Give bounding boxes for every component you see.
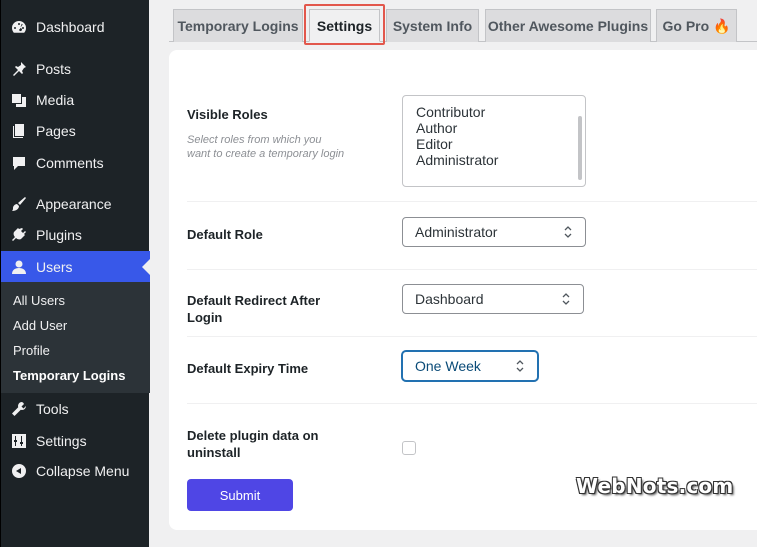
- menu-media[interactable]: Media: [1, 84, 150, 115]
- role-option[interactable]: Contributor: [416, 104, 585, 120]
- default-expiry-select[interactable]: One Week: [402, 351, 538, 381]
- wrench-icon: [11, 401, 27, 417]
- menu-label: Comments: [36, 154, 104, 171]
- default-role-value: Administrator: [415, 224, 498, 240]
- menu-label: Tools: [36, 400, 69, 417]
- row-divider: [187, 336, 757, 337]
- default-redirect-select[interactable]: Dashboard: [402, 284, 584, 314]
- menu-tools[interactable]: Tools: [1, 393, 150, 424]
- submit-button[interactable]: Submit: [187, 479, 293, 511]
- brush-icon: [11, 196, 27, 212]
- watermark-logo: WebNots.com: [576, 474, 734, 498]
- menu-users[interactable]: Users: [1, 251, 150, 282]
- submenu-profile[interactable]: Profile: [13, 343, 50, 358]
- sliders-icon: [11, 433, 27, 449]
- user-icon: [11, 259, 27, 275]
- menu-dashboard[interactable]: Dashboard: [1, 11, 150, 42]
- menu-collapse[interactable]: Collapse Menu: [1, 455, 150, 486]
- collapse-icon: [11, 463, 27, 479]
- default-role-label: Default Role: [187, 227, 263, 242]
- menu-label: Users: [36, 258, 73, 275]
- menu-label: Collapse Menu: [36, 462, 130, 479]
- menu-label: Media: [36, 91, 75, 108]
- row-divider: [187, 403, 757, 404]
- default-role-select[interactable]: Administrator: [402, 217, 586, 247]
- row-divider: [187, 269, 757, 270]
- menu-label: Plugins: [36, 226, 82, 243]
- role-option[interactable]: Author: [416, 120, 585, 136]
- menu-label: Settings: [36, 432, 87, 449]
- admin-sidebar: Dashboard Posts Media Pages Comments App…: [0, 0, 150, 547]
- tab-go-pro[interactable]: Go Pro 🔥: [656, 9, 737, 42]
- role-option[interactable]: Editor: [416, 136, 585, 152]
- menu-label: Posts: [36, 60, 72, 77]
- menu-label: Appearance: [36, 195, 112, 212]
- menu-label: Pages: [36, 122, 76, 139]
- default-redirect-label: Default Redirect After Login: [187, 293, 321, 325]
- submenu-all-users[interactable]: All Users: [13, 293, 65, 308]
- pin-icon: [11, 61, 27, 77]
- row-divider: [187, 201, 757, 202]
- tab-other-awesome-plugins[interactable]: Other Awesome Plugins: [485, 9, 651, 42]
- menu-appearance[interactable]: Appearance: [1, 188, 150, 219]
- submenu-add-user[interactable]: Add User: [13, 318, 67, 333]
- media-icon: [11, 92, 27, 108]
- tab-temporary-logins[interactable]: Temporary Logins: [173, 9, 303, 42]
- tab-settings[interactable]: Settings: [309, 9, 380, 42]
- users-submenu: All Users Add User Profile Temporary Log…: [1, 282, 150, 393]
- default-redirect-value: Dashboard: [415, 291, 484, 307]
- chevron-updown-icon: [562, 293, 570, 305]
- menu-plugins[interactable]: Plugins: [1, 219, 150, 250]
- menu-posts[interactable]: Posts: [1, 53, 150, 84]
- submenu-temporary-logins[interactable]: Temporary Logins: [13, 368, 125, 383]
- menu-settings[interactable]: Settings: [1, 425, 150, 456]
- default-expiry-value: One Week: [415, 358, 481, 374]
- visible-roles-description: Select roles from which you want to crea…: [187, 134, 345, 160]
- menu-label: Dashboard: [36, 18, 105, 35]
- chevron-updown-icon: [516, 360, 524, 372]
- menu-pages[interactable]: Pages: [1, 115, 150, 146]
- role-option[interactable]: Administrator: [416, 152, 585, 168]
- visible-roles-listbox[interactable]: Contributor Author Editor Administrator: [402, 95, 586, 187]
- plug-icon: [11, 227, 27, 243]
- listbox-scrollbar[interactable]: [578, 116, 582, 180]
- menu-comments[interactable]: Comments: [1, 147, 150, 178]
- delete-data-checkbox[interactable]: [402, 441, 416, 455]
- default-expiry-label: Default Expiry Time: [187, 361, 309, 376]
- visible-roles-label: Visible Roles: [187, 107, 268, 122]
- pages-icon: [11, 123, 27, 139]
- comment-icon: [11, 155, 27, 171]
- delete-data-label: Delete plugin data on uninstall: [187, 428, 319, 460]
- dashboard-icon: [11, 19, 27, 35]
- chevron-updown-icon: [564, 226, 572, 238]
- tab-system-info[interactable]: System Info: [386, 9, 479, 42]
